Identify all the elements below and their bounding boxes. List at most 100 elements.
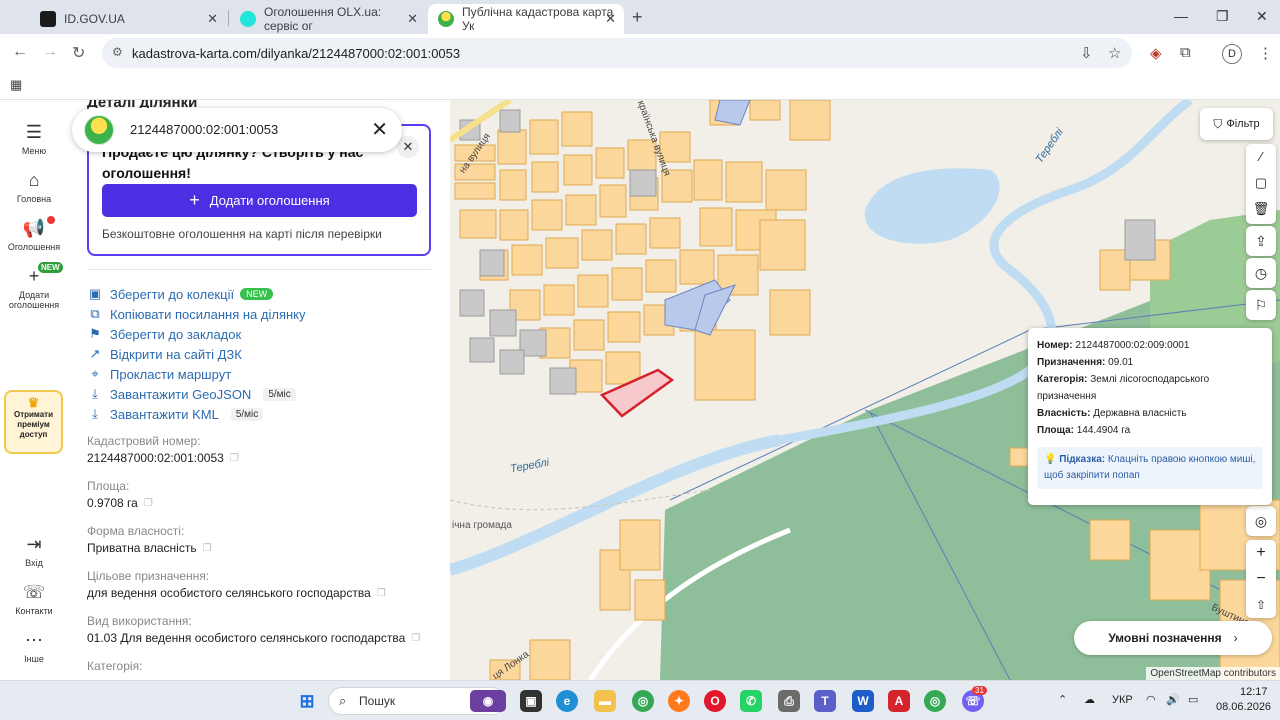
whatsapp-icon[interactable]: ✆ <box>740 690 762 712</box>
tab-idgov[interactable]: ID.GOV.UA ✕ <box>30 4 226 34</box>
rail-ads[interactable]: 📢 Оголошення <box>0 218 68 252</box>
history-button[interactable]: ◷ <box>1246 258 1276 288</box>
download-geojson-link[interactable]: ⤓ Завантажити GeoJSON 5/міс <box>87 384 306 404</box>
profile-avatar[interactable]: D <box>1222 44 1242 64</box>
olx-favicon-icon <box>240 11 256 27</box>
copy-icon[interactable]: ❐ <box>144 498 153 509</box>
edge-icon[interactable]: e <box>556 690 578 712</box>
filter-label: Фільтр <box>1226 118 1260 130</box>
printer-icon[interactable]: ⎙ <box>778 690 800 712</box>
filter-button[interactable]: ⛉ Фільтр <box>1200 108 1273 140</box>
zoom-in-icon[interactable]: + <box>1246 540 1276 566</box>
task-view-icon[interactable]: ▣ <box>520 690 542 712</box>
close-icon[interactable]: ✕ <box>371 117 388 142</box>
copy-icon[interactable]: ❐ <box>203 543 212 554</box>
promo-close-button[interactable]: ✕ <box>397 136 419 158</box>
search-input[interactable]: 2124487000:02:001:0053 <box>130 122 278 137</box>
language-indicator[interactable]: УКР <box>1112 694 1133 706</box>
bookmark-star-icon[interactable]: ☆ <box>1108 44 1121 62</box>
forward-icon[interactable]: → <box>42 43 58 61</box>
extension-shield-icon[interactable]: ◈ <box>1150 44 1162 62</box>
install-app-icon[interactable]: ⇩ <box>1080 44 1093 62</box>
taskbar-search-label: Пошук <box>359 694 396 708</box>
extensions-puzzle-icon[interactable]: ⧉ <box>1180 44 1191 61</box>
window-close-icon[interactable]: ✕ <box>1256 8 1268 25</box>
widget-icon[interactable]: ◉ <box>470 690 506 712</box>
chrome-profile-icon[interactable]: ◎ <box>924 690 946 712</box>
tray-chevron-icon[interactable]: ⌃ <box>1058 693 1067 706</box>
close-tab-icon[interactable]: ✕ <box>605 11 616 27</box>
rail-contacts[interactable]: ☏ Контакти <box>0 582 68 616</box>
legend-button[interactable]: Умовні позначення › <box>1074 621 1272 655</box>
pdf-reader-icon[interactable]: A <box>888 690 910 712</box>
draw-tools: ∕ ▢ 🗑 <box>1246 144 1276 224</box>
compass-icon[interactable]: ⇧ <box>1246 592 1276 618</box>
copy-icon[interactable]: ❐ <box>377 588 386 599</box>
close-tab-icon[interactable]: ✕ <box>407 11 418 27</box>
copy-link-link[interactable]: ⧉ Копіювати посилання на ділянку <box>87 304 305 324</box>
site-settings-icon[interactable]: ⚙ <box>112 45 123 59</box>
map-pin-icon: ⌖ <box>91 366 99 381</box>
taskbar: ⊞ ⌕ Пошук ◉ ▣ e ▬ ◎ ✦ O ✆ ⎙ T W A ◎ ☏ 31… <box>0 680 1280 720</box>
chrome-icon[interactable]: ◎ <box>632 690 654 712</box>
clock-time[interactable]: 12:17 <box>1240 686 1268 698</box>
bookmark-link[interactable]: ⚑ Зберегти до закладок <box>87 324 306 344</box>
word-icon[interactable]: W <box>852 690 874 712</box>
locate-button[interactable]: ◎ <box>1246 506 1276 536</box>
weather-icon[interactable]: ☁ <box>1084 693 1095 706</box>
copy-icon[interactable]: ❐ <box>411 633 420 644</box>
volume-icon[interactable]: 🔊 <box>1166 693 1180 706</box>
rail-login[interactable]: ⇥ Вхід <box>0 534 68 568</box>
search-card[interactable]: 2124487000:02:001:0053 ✕ <box>72 108 402 152</box>
field-value: 2124487000:02:001:0053 <box>87 451 224 465</box>
add-ad-label: Додати оголошення <box>209 193 330 208</box>
opera-icon[interactable]: O <box>704 690 726 712</box>
field-value: для ведення особистого селянського госпо… <box>87 586 371 600</box>
rail-home[interactable]: ⌂ Головна <box>0 170 68 204</box>
file-explorer-icon[interactable]: ▬ <box>594 690 616 712</box>
open-dzk-link[interactable]: ↗ Відкрити на сайті ДЗК <box>87 344 306 364</box>
minimize-icon[interactable]: — <box>1174 8 1188 24</box>
draw-line-icon[interactable]: ∕ <box>1246 144 1276 170</box>
map[interactable]: Тереблі Тереблі на вулиця Українська вул… <box>450 100 1280 680</box>
trash-icon[interactable]: 🗑 <box>1246 196 1276 222</box>
map-attribution[interactable]: OpenStreetMap contributors <box>1146 667 1280 680</box>
premium-button[interactable]: ♛ Отримати преміум доступ <box>4 390 63 454</box>
save-collection-link[interactable]: ▣ Зберегти до колекції NEW <box>87 284 306 304</box>
download-kml-link[interactable]: ⤓ Завантажити KML 5/міс <box>87 404 306 424</box>
tab-olx[interactable]: Оголошення OLX.ua: сервіс ог ✕ <box>230 4 426 34</box>
more-icon: ⋯ <box>25 630 43 650</box>
wifi-icon[interactable]: ◠ <box>1146 693 1156 706</box>
popup-value: Державна власність <box>1093 408 1187 419</box>
popup-value: 2124487000:02:009:0001 <box>1075 340 1190 351</box>
copy-icon[interactable]: ❐ <box>230 453 239 464</box>
battery-icon[interactable]: ▭ <box>1188 693 1198 706</box>
tab-title: ID.GOV.UA <box>64 12 125 26</box>
bookmarks-button[interactable]: ⚐ <box>1246 290 1276 320</box>
teams-icon[interactable]: T <box>814 690 836 712</box>
draw-polygon-icon[interactable]: ▢ <box>1246 170 1276 196</box>
apps-grid-icon[interactable]: ▦ <box>10 77 22 93</box>
rail-other[interactable]: ⋯ Інше <box>0 630 68 664</box>
back-icon[interactable]: ← <box>12 43 28 61</box>
reload-icon[interactable]: ↻ <box>72 43 85 63</box>
zoom-out-icon[interactable]: − <box>1246 566 1276 592</box>
windows-start-icon[interactable]: ⊞ <box>296 690 318 712</box>
rail-menu[interactable]: ☰ Меню <box>0 122 68 156</box>
kadastr-favicon-icon <box>438 11 454 27</box>
share-button[interactable]: ⇪ <box>1246 226 1276 256</box>
browser-menu-icon[interactable]: ⋮ <box>1258 44 1273 62</box>
firefox-icon[interactable]: ✦ <box>668 690 690 712</box>
address-bar[interactable]: ⚙ kadastrova-karta.com/dilyanka/21244870… <box>102 38 1132 68</box>
add-ad-button[interactable]: + Додати оголошення <box>102 184 417 217</box>
clock-date[interactable]: 08.06.2026 <box>1216 701 1271 713</box>
maximize-icon[interactable]: ❐ <box>1216 8 1229 25</box>
popup-hint: 💡 Підказка: Клацніть правою кнопкою миші… <box>1037 447 1263 489</box>
close-tab-icon[interactable]: ✕ <box>207 11 218 27</box>
new-tab-button[interactable]: + <box>632 7 643 28</box>
field-value: 0.9708 га <box>87 496 138 510</box>
route-link[interactable]: ⌖ Прокласти маршрут <box>87 364 306 384</box>
promo-note: Безкоштовне оголошення на карті після пе… <box>102 227 382 241</box>
action-label: Завантажити KML <box>110 406 219 422</box>
tab-kadastr[interactable]: Публічна кадастрова карта Ук ✕ <box>428 4 624 34</box>
